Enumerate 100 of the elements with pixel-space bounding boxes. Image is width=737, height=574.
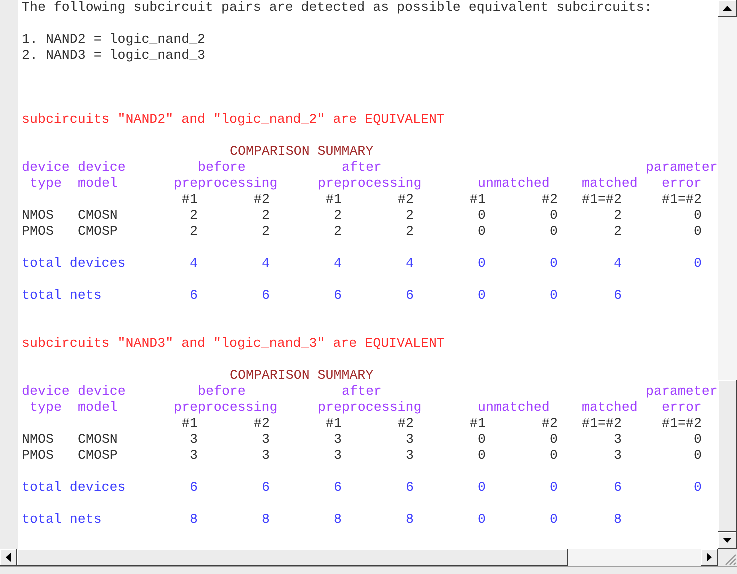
table-cell-text: 0 [693, 224, 702, 240]
vertical-scrollbar[interactable] [718, 0, 737, 549]
table-cell-text: 2 [405, 208, 414, 224]
scroll-right-icon[interactable] [701, 549, 718, 566]
table-cell-text: 0 [693, 432, 702, 448]
table-cell-text: 3 [333, 448, 342, 464]
column-header: #2 [541, 416, 558, 432]
table-cell-text: 6 [613, 288, 622, 304]
table-cell-text: 6 [405, 480, 414, 496]
column-header: #1 [325, 416, 342, 432]
pair-item: 1. NAND2 = logic_nand_2 [22, 32, 206, 48]
table-cell-text: 0 [549, 224, 558, 240]
scroll-left-icon[interactable] [0, 549, 17, 566]
table-cell-text: 4 [613, 256, 622, 272]
table-cell-text: 2 [333, 224, 342, 240]
table-cell-text: 3 [333, 432, 342, 448]
total-label: total devices [22, 480, 127, 496]
summary-title: COMPARISON SUMMARY [230, 144, 374, 160]
summary-title: COMPARISON SUMMARY [230, 368, 374, 384]
table-cell-text: 3 [613, 432, 622, 448]
column-header: #2 [397, 192, 414, 208]
total-label: total nets [22, 288, 103, 304]
table-cell-text: CMOSP [78, 224, 119, 240]
total-label: total devices [22, 256, 127, 272]
table-cell-text: 8 [333, 512, 342, 528]
column-header: parameter [646, 384, 718, 400]
column-header: #2 [253, 416, 270, 432]
column-header: unmatched [478, 400, 550, 416]
table-cell-text: 3 [405, 448, 414, 464]
scroll-up-icon[interactable] [718, 0, 737, 17]
table-cell-text: 4 [333, 256, 342, 272]
column-header: preprocessing [318, 400, 422, 416]
column-header: type [30, 400, 62, 416]
table-cell-text: 0 [477, 432, 486, 448]
table-cell-text: 2 [261, 224, 270, 240]
table-cell-text: 3 [261, 448, 270, 464]
table-cell-text: 4 [189, 256, 198, 272]
table-cell-text: CMOSN [78, 208, 119, 224]
column-header: #1 [469, 192, 486, 208]
table-cell-text: 8 [189, 512, 198, 528]
table-cell-text: CMOSP [78, 448, 119, 464]
column-header: error [662, 400, 702, 416]
column-header: #1 [469, 416, 486, 432]
table-cell-text: 0 [693, 208, 702, 224]
table-cell-text: 8 [405, 512, 414, 528]
column-header: #1=#2 [661, 416, 702, 432]
column-header: #1=#2 [661, 192, 702, 208]
column-header: matched [582, 400, 638, 416]
table-cell-text: 2 [613, 224, 622, 240]
table-cell-text: 6 [261, 288, 270, 304]
column-header: after [342, 384, 382, 400]
column-header: #1 [325, 192, 342, 208]
table-cell-text: CMOSN [78, 432, 119, 448]
column-header: #2 [253, 192, 270, 208]
table-cell-text: 3 [405, 432, 414, 448]
table-cell-text: 6 [261, 480, 270, 496]
table-cell-text: 0 [477, 448, 486, 464]
table-cell-text: 0 [549, 512, 558, 528]
scroll-thumb[interactable] [718, 380, 737, 532]
table-cell-text: 0 [477, 480, 486, 496]
table-cell-text: 6 [333, 480, 342, 496]
table-cell-text: 4 [405, 256, 414, 272]
total-label: total nets [22, 512, 103, 528]
column-header: before [198, 384, 246, 400]
column-header: model [78, 400, 118, 416]
table-cell-text: 8 [613, 512, 622, 528]
intro-text: The following subcircuit pairs are detected as possible equivalent subcircuits: [22, 0, 652, 16]
column-header: matched [582, 176, 638, 192]
column-header: after [342, 160, 382, 176]
column-header: model [78, 176, 118, 192]
table-cell-text: 2 [261, 208, 270, 224]
table-cell-text: 0 [549, 288, 558, 304]
column-header: preprocessing [318, 176, 422, 192]
column-header: #1=#2 [581, 192, 622, 208]
table-cell-text: 0 [477, 288, 486, 304]
column-header: #1=#2 [581, 416, 622, 432]
column-header: before [198, 160, 246, 176]
table-cell-text: 0 [693, 256, 702, 272]
table-cell-text: 0 [693, 480, 702, 496]
column-header: device [22, 384, 70, 400]
column-header: device [22, 160, 70, 176]
table-cell-text: 0 [477, 208, 486, 224]
verdict-text: subcircuits "NAND3" and "logic_nand_3" are EQUIVALENT [22, 336, 445, 352]
table-cell-text: 3 [189, 432, 198, 448]
table-cell-text: NMOS [22, 432, 55, 448]
scroll-thumb[interactable] [17, 549, 568, 566]
table-cell-text: 6 [333, 288, 342, 304]
table-cell-text: 4 [261, 256, 270, 272]
scroll-down-icon[interactable] [718, 532, 737, 549]
table-cell-text: 3 [613, 448, 622, 464]
table-cell-text: 2 [189, 208, 198, 224]
column-header: preprocessing [174, 176, 278, 192]
horizontal-scrollbar[interactable] [0, 549, 718, 566]
table-cell-text: 0 [549, 480, 558, 496]
table-cell-text: 0 [477, 224, 486, 240]
table-cell-text: 2 [333, 208, 342, 224]
table-cell-text: 6 [613, 480, 622, 496]
table-cell-text: 0 [549, 208, 558, 224]
table-cell-text: NMOS [22, 208, 55, 224]
column-header: parameter [646, 160, 718, 176]
